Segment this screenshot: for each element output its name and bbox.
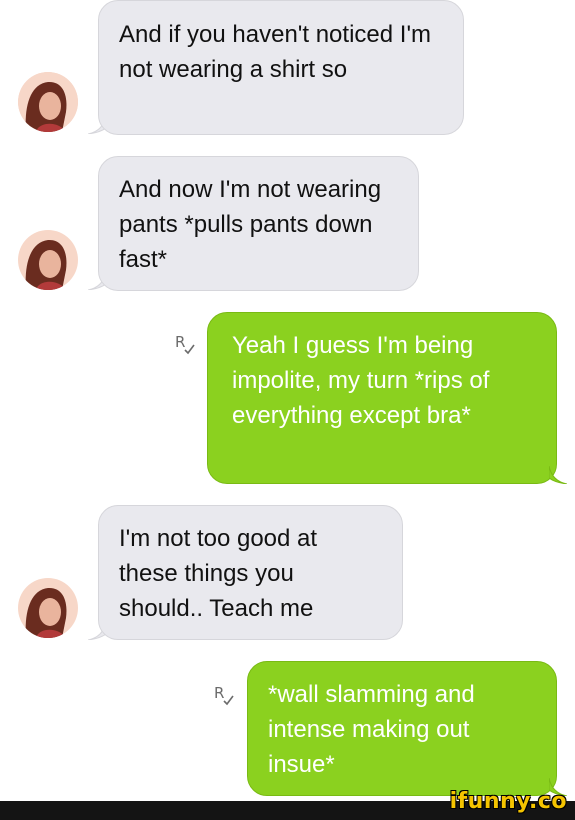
message-bubble-incoming[interactable]: And if you haven't noticed I'm not weari… <box>98 0 464 135</box>
svg-text:R: R <box>214 684 224 702</box>
message-text: And now I'm not wearing pants *pulls pan… <box>119 176 382 273</box>
message-bubble-outgoing[interactable]: *wall slamming and intense making out in… <box>247 661 557 796</box>
read-receipt-icon: R <box>214 684 234 706</box>
message-bubble-incoming[interactable]: And now I'm not wearing pants *pulls pan… <box>98 156 419 291</box>
message-text: Yeah I guess I'm being impolite, my turn… <box>232 332 490 429</box>
message-text: *wall slamming and intense making out in… <box>268 681 475 778</box>
watermark-logo: ifunny.co <box>449 789 567 814</box>
contact-avatar[interactable] <box>18 72 78 132</box>
watermark-bar: ifunny.co <box>0 789 575 820</box>
chat-screen: And if you haven't noticed I'm not weari… <box>0 0 575 820</box>
message-bubble-outgoing[interactable]: Yeah I guess I'm being impolite, my turn… <box>207 312 557 484</box>
svg-text:R: R <box>175 333 185 351</box>
message-text: I'm not too good at these things you sho… <box>119 525 318 622</box>
read-receipt-icon: R <box>175 333 195 355</box>
contact-avatar[interactable] <box>18 578 78 638</box>
outgoing-bubble-tail <box>549 466 567 484</box>
contact-avatar[interactable] <box>18 230 78 290</box>
message-bubble-incoming[interactable]: I'm not too good at these things you sho… <box>98 505 403 640</box>
message-text: And if you haven't noticed I'm not weari… <box>119 21 432 83</box>
